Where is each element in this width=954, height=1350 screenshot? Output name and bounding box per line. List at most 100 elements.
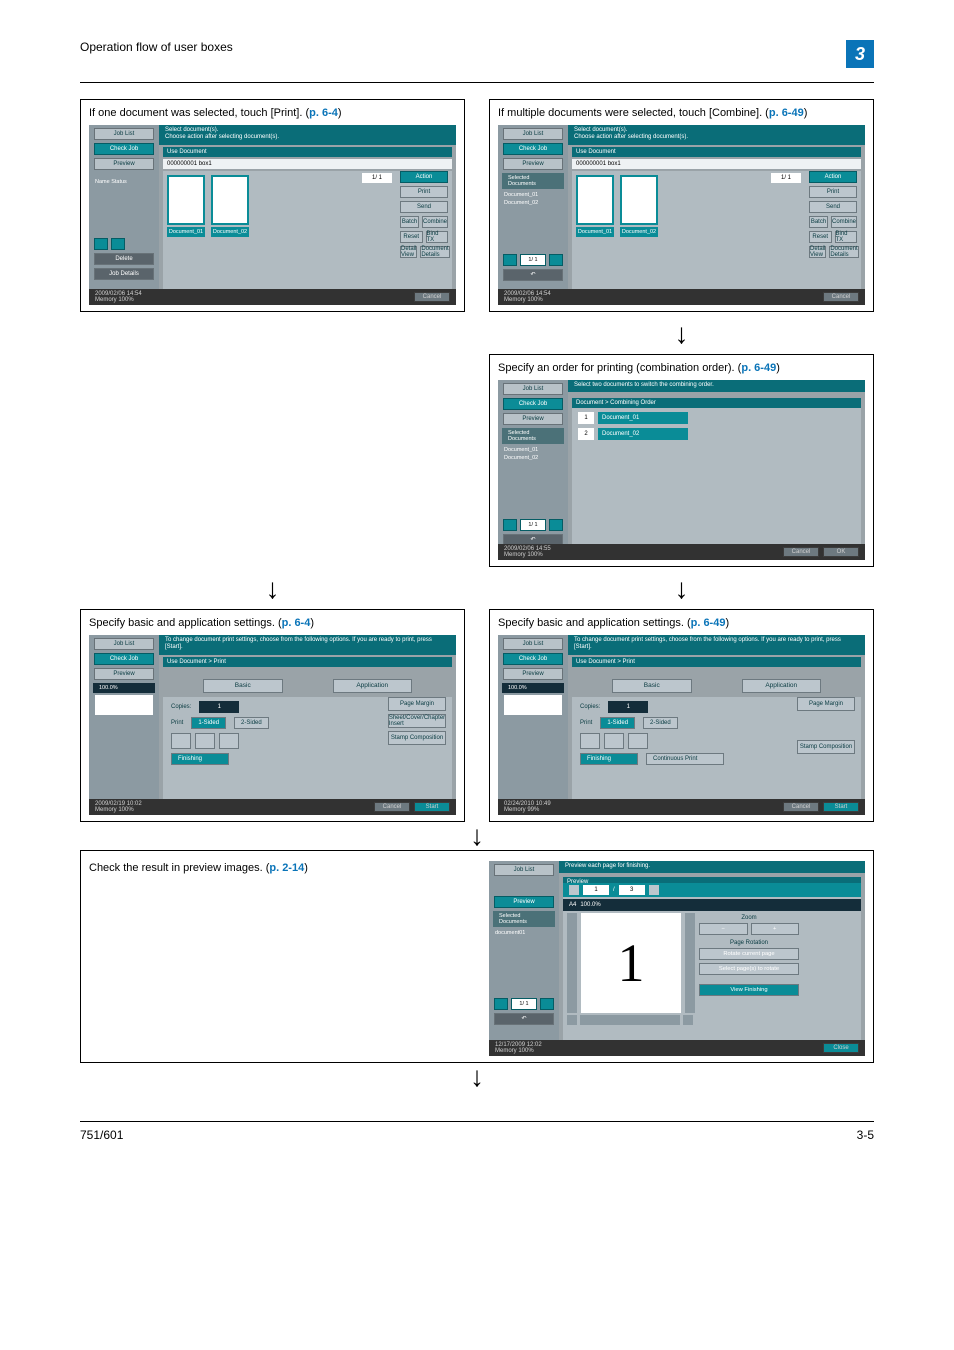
job-list-button[interactable]: Job List [503,128,563,140]
doc-thumbnail[interactable] [620,175,658,225]
tab-application[interactable]: Application [742,679,822,693]
detail-view-button[interactable]: Detail View [400,246,417,258]
timestamp: 02/24/2010 10:49 [504,801,551,807]
order-row[interactable]: 1 Document_01 [578,412,855,424]
preview-button[interactable]: Preview [503,158,563,170]
job-list-button[interactable]: Job List [503,638,563,650]
combine-button[interactable]: Combine [422,216,448,228]
reset-button[interactable]: Reset [809,231,832,243]
close-button[interactable]: Close [823,1043,859,1053]
view-finishing-button[interactable]: View Finishing [699,984,799,996]
finishing-button[interactable]: Finishing [580,753,638,765]
doc-thumbnail[interactable] [211,175,249,225]
zoom-out-button[interactable]: − [699,923,748,935]
page-ref[interactable]: p. 6-4 [282,617,311,629]
page-ref[interactable]: p. 6-49 [741,362,776,374]
page-ref[interactable]: p. 6-49 [769,107,804,119]
page-ref[interactable]: p. 6-49 [691,617,726,629]
cancel-button[interactable]: Cancel [414,292,450,302]
scroll-right-icon[interactable] [683,1015,693,1025]
bind-tx-button[interactable]: Bind TX [426,231,449,243]
check-job-button[interactable]: Check Job [503,653,563,665]
page-ref[interactable]: p. 6-4 [309,107,338,119]
two-sided-button[interactable]: 2-Sided [234,717,269,729]
start-button[interactable]: Start [414,802,450,812]
job-list-button[interactable]: Job List [503,383,563,395]
preview-pager[interactable]: 1 / 3 [563,883,861,897]
rotate-current-button[interactable]: Rotate current page [699,948,799,960]
page-nav[interactable]: 1/ 1 [494,998,554,1010]
cancel-button[interactable]: Cancel [374,802,410,812]
preview-button[interactable]: Preview [503,668,563,680]
scroll-handle[interactable] [567,913,577,1013]
doc-details-button[interactable]: Document Details [829,246,858,258]
one-sided-button[interactable]: 1-Sided [191,717,226,729]
timestamp: 2009/02/06 14:54 [504,291,551,297]
start-button[interactable]: Start [823,802,859,812]
step-basic-settings-left: Specify basic and application settings. … [80,609,465,822]
one-sided-button[interactable]: 1-Sided [600,717,635,729]
page-nav[interactable] [94,238,154,250]
scroll-handle[interactable] [685,913,695,1013]
batch-button[interactable]: Batch [809,216,828,228]
timestamp: 2009/02/06 14:54 [95,291,142,297]
copies-value[interactable]: 1 [608,701,648,713]
preview-button[interactable]: Preview [94,158,154,170]
tab-basic[interactable]: Basic [203,679,283,693]
cancel-button[interactable]: Cancel [783,547,819,557]
cancel-button[interactable]: Cancel [823,292,859,302]
order-item[interactable]: Document_01 [598,412,688,424]
preview-button[interactable]: Preview [494,896,554,908]
select-pages-rotate-button[interactable]: Select page(s) to rotate [699,963,799,975]
tab-basic[interactable]: Basic [612,679,692,693]
sheet-cover-button[interactable]: Sheet/Cover/Chapter Insert [388,714,446,728]
preview-button[interactable]: Preview [503,413,563,425]
order-row[interactable]: 2 Document_02 [578,428,855,440]
job-list-button[interactable]: Job List [94,638,154,650]
print-button[interactable]: Print [809,186,857,198]
doc-thumbnail[interactable] [167,175,205,225]
scrollbar[interactable] [580,1015,680,1025]
check-job-button[interactable]: Check Job [503,143,563,155]
stamp-button[interactable]: Stamp Composition [797,740,855,754]
job-list-button[interactable]: Job List [94,128,154,140]
continuous-print-button[interactable]: Continuous Print [646,753,724,765]
cancel-button[interactable]: Cancel [783,802,819,812]
scroll-left-icon[interactable] [567,1015,577,1025]
zoom-in-button[interactable]: + [751,923,800,935]
batch-button[interactable]: Batch [400,216,419,228]
send-button[interactable]: Send [809,201,857,213]
back-icon[interactable]: ↶ [494,1013,554,1025]
check-job-button[interactable]: Check Job [94,143,154,155]
finishing-button[interactable]: Finishing [171,753,229,765]
prev-page-icon[interactable] [569,885,579,895]
doc-details-button[interactable]: Document Details [420,246,449,258]
delete-button[interactable]: Delete [94,253,154,265]
copies-value[interactable]: 1 [199,701,239,713]
check-job-button[interactable]: Check Job [503,398,563,410]
job-details-button[interactable]: Job Details [94,268,154,280]
preview-button[interactable]: Preview [94,668,154,680]
check-job-button[interactable]: Check Job [94,653,154,665]
list-item: document01 [489,929,559,937]
job-list-button[interactable]: Job List [494,864,554,876]
back-icon[interactable]: ↶ [503,269,563,281]
bind-tx-button[interactable]: Bind TX [835,231,858,243]
detail-view-button[interactable]: Detail View [809,246,826,258]
page-ref[interactable]: p. 2-14 [269,862,304,874]
stamp-button[interactable]: Stamp Composition [388,731,446,745]
next-page-icon[interactable] [649,885,659,895]
reset-button[interactable]: Reset [400,231,423,243]
doc-thumbnail[interactable] [576,175,614,225]
page-nav[interactable]: 1/ 1 [503,519,563,531]
combine-button[interactable]: Combine [831,216,857,228]
print-button[interactable]: Print [400,186,448,198]
two-sided-button[interactable]: 2-Sided [643,717,678,729]
order-item[interactable]: Document_02 [598,428,688,440]
send-button[interactable]: Send [400,201,448,213]
ok-button[interactable]: OK [823,547,859,557]
tab-application[interactable]: Application [333,679,413,693]
page-margin-button[interactable]: Page Margin [388,697,446,711]
page-nav[interactable]: 1/ 1 [503,254,563,266]
page-margin-button[interactable]: Page Margin [797,697,855,711]
